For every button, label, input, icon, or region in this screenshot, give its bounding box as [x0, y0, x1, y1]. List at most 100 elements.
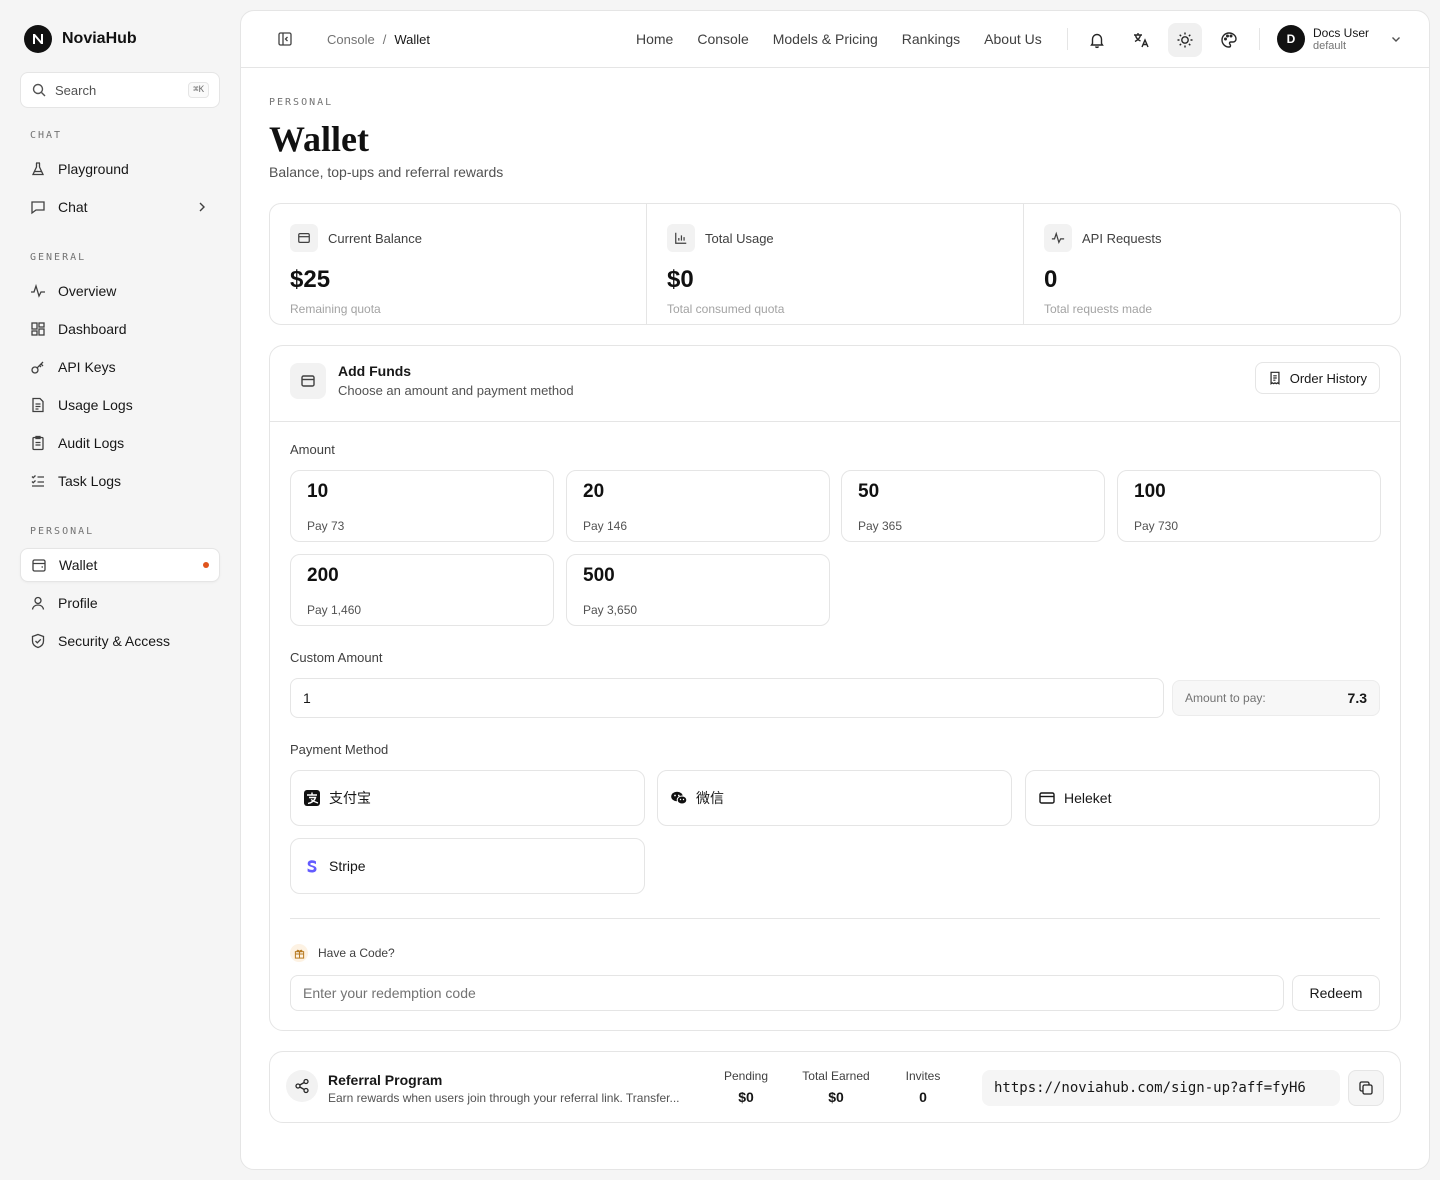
activity-icon [1044, 224, 1072, 252]
add-funds-title: Add Funds [338, 363, 412, 379]
brand[interactable]: NoviaHub [24, 25, 137, 53]
wechat-icon [671, 791, 688, 805]
wallet-icon [290, 224, 318, 252]
custom-amount-input[interactable]: 1 [290, 678, 1164, 718]
sidebar-item-usage-logs[interactable]: Usage Logs [20, 388, 220, 422]
add-funds-card: Add Funds Choose an amount and payment m… [269, 345, 1401, 1031]
theme-toggle-button[interactable] [1168, 23, 1202, 57]
breadcrumb-current: Wallet [394, 32, 430, 47]
notifications-button[interactable] [1080, 23, 1114, 57]
list-checks-icon [31, 475, 44, 487]
user-icon [31, 596, 45, 610]
stat-note: Total requests made [1044, 302, 1153, 316]
section-label-personal: PERSONAL [30, 526, 95, 537]
amount-option-50[interactable]: 50 Pay 365 [841, 470, 1105, 542]
chat-icon [31, 201, 45, 215]
sidebar: NoviaHub Search ⌘K CHAT Playground Chat … [0, 0, 240, 1180]
noviahub-logo-icon [24, 25, 52, 53]
dashboard-icon [31, 322, 45, 336]
sidebar-item-wallet[interactable]: Wallet [20, 548, 220, 582]
redemption-label: Have a Code? [290, 944, 395, 962]
nav-link-rankings[interactable]: Rankings [902, 31, 960, 47]
referral-link-field[interactable]: https://noviahub.com/sign-up?aff=fyH6 [982, 1070, 1340, 1106]
breadcrumb-separator: / [382, 32, 387, 47]
nav-link-models-pricing[interactable]: Models & Pricing [773, 31, 878, 47]
translate-icon [1134, 33, 1149, 48]
section-label-general: GENERAL [30, 252, 87, 263]
sidebar-item-task-logs[interactable]: Task Logs [20, 464, 220, 498]
sidebar-item-security-access[interactable]: Security & Access [20, 624, 220, 658]
sidebar-item-playground[interactable]: Playground [20, 152, 220, 186]
sidebar-item-profile[interactable]: Profile [20, 586, 220, 620]
sidebar-item-audit-logs[interactable]: Audit Logs [20, 426, 220, 460]
search-input[interactable]: Search ⌘K [20, 72, 220, 108]
brand-name: NoviaHub [62, 30, 137, 47]
chevron-down-icon [1392, 37, 1401, 42]
stat-label: Total Usage [705, 230, 774, 246]
sidebar-item-api-keys[interactable]: API Keys [20, 350, 220, 384]
page-eyebrow: PERSONAL [269, 97, 334, 108]
referral-invites: Invites 0 [905, 1069, 941, 1105]
language-button[interactable] [1124, 23, 1158, 57]
wallet-icon [32, 559, 46, 572]
payment-method-stripe[interactable]: Stripe [290, 838, 645, 894]
sidebar-toggle-button[interactable] [277, 31, 293, 47]
activity-icon [31, 283, 45, 298]
payment-method-wechat[interactable]: 微信 [657, 770, 1012, 826]
sidebar-item-chat[interactable]: Chat [20, 190, 220, 224]
divider [1259, 28, 1260, 50]
stat-label: API Requests [1082, 230, 1162, 246]
bell-icon [1090, 33, 1104, 49]
stat-note: Remaining quota [290, 302, 381, 316]
clipboard-icon [32, 435, 44, 451]
avatar: D [1277, 25, 1305, 53]
appearance-button[interactable] [1212, 23, 1246, 57]
amount-option-10[interactable]: 10 Pay 73 [290, 470, 554, 542]
user-menu-button[interactable]: D Docs User default [1277, 25, 1403, 53]
section-label-chat: CHAT [30, 130, 63, 141]
panel-left-icon [278, 32, 292, 46]
sidebar-item-overview[interactable]: Overview [20, 274, 220, 308]
flask-icon [31, 162, 45, 176]
breadcrumb-console[interactable]: Console [327, 32, 375, 47]
stat-value: $25 [290, 266, 331, 293]
nav-link-about-us[interactable]: About Us [984, 31, 1042, 47]
palette-icon [1221, 32, 1237, 48]
redeem-button[interactable]: Redeem [1292, 975, 1380, 1011]
stat-label: Current Balance [328, 230, 422, 246]
bar-chart-icon [667, 224, 695, 252]
breadcrumb: Console / Wallet [327, 32, 430, 47]
sidebar-item-dashboard[interactable]: Dashboard [20, 312, 220, 346]
nav-link-console[interactable]: Console [697, 31, 748, 47]
copy-icon [1359, 1081, 1373, 1095]
copy-link-button[interactable] [1348, 1070, 1384, 1106]
user-role: default [1313, 39, 1347, 52]
amount-option-200[interactable]: 200 Pay 1,460 [290, 554, 554, 626]
page-title: Wallet [269, 119, 369, 159]
search-shortcut: ⌘K [188, 82, 209, 98]
payment-method-heleket[interactable]: Heleket [1025, 770, 1380, 826]
payment-method-alipay[interactable]: 支付宝 [290, 770, 645, 826]
sun-icon [1177, 32, 1193, 48]
order-history-button[interactable]: Order History [1254, 362, 1380, 394]
stripe-icon [307, 860, 317, 873]
active-indicator-dot [203, 562, 209, 568]
stat-api-requests: API Requests 0 Total requests made [1024, 204, 1400, 324]
stat-value: $0 [667, 266, 694, 293]
amount-label: Amount [290, 442, 335, 457]
redemption-code-input[interactable]: Enter your redemption code [290, 975, 1284, 1011]
referral-total-earned: Total Earned $0 [802, 1069, 870, 1105]
amount-option-500[interactable]: 500 Pay 3,650 [566, 554, 830, 626]
divider [1067, 28, 1068, 50]
stats-cards: Current Balance $25 Remaining quota Tota… [269, 203, 1401, 325]
credit-card-icon [1039, 792, 1055, 804]
referral-pending: Pending $0 [723, 1069, 769, 1105]
divider [290, 918, 1380, 919]
user-info: Docs User default [1313, 26, 1369, 53]
payment-method-label: Payment Method [290, 742, 389, 757]
user-name: Docs User [1313, 25, 1370, 40]
amount-option-100[interactable]: 100 Pay 730 [1117, 470, 1381, 542]
nav-link-home[interactable]: Home [636, 31, 673, 47]
amount-option-20[interactable]: 20 Pay 146 [566, 470, 830, 542]
page-subtitle: Balance, top-ups and referral rewards [269, 164, 504, 180]
